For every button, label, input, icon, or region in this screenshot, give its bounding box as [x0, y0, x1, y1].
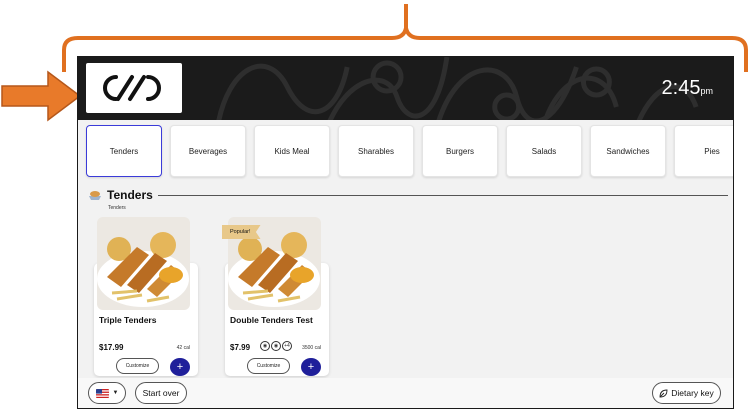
category-burgers[interactable]: Burgers	[422, 125, 498, 177]
customize-button[interactable]: Customize	[247, 358, 290, 374]
category-sandwiches[interactable]: Sandwiches	[590, 125, 666, 177]
section-divider	[157, 194, 728, 196]
language-selector[interactable]: ▼	[88, 382, 126, 404]
brand-logo[interactable]	[86, 63, 182, 113]
category-beverages[interactable]: Beverages	[170, 125, 246, 177]
section-title: Tenders	[107, 188, 153, 202]
add-to-cart-button[interactable]: +	[170, 358, 190, 376]
popular-badge: Popular!	[222, 225, 261, 239]
header-bar: 2:45pm	[78, 57, 733, 120]
section-header: Tenders	[88, 188, 728, 202]
product-price: $7.99	[230, 343, 251, 352]
category-pies[interactable]: Pies	[674, 125, 733, 177]
product-calories: 3500 cal	[302, 345, 321, 351]
product-card[interactable]: Popular! Double Tenders Test $7.99 ◉ ◉ +…	[222, 217, 329, 376]
product-name: Triple Tenders	[99, 315, 157, 325]
footer-bar: ▼ Start over Dietary key	[78, 378, 733, 408]
allergen-icon: ◉	[271, 341, 281, 351]
add-to-cart-button[interactable]: +	[301, 358, 321, 376]
annotation-arrow	[1, 70, 82, 122]
category-sharables[interactable]: Sharables	[338, 125, 414, 177]
category-kids-meal[interactable]: Kids Meal	[254, 125, 330, 177]
clock: 2:45pm	[662, 77, 713, 100]
section-subtitle: Tenders	[108, 205, 126, 211]
product-price: $17.99	[99, 343, 124, 352]
product-image	[97, 217, 190, 310]
dietary-key-label: Dietary key	[671, 388, 714, 398]
annotated-screenshot: 2:45pm Tenders Beverages Kids Meal Shara…	[0, 0, 749, 409]
allergen-more: +4	[282, 341, 292, 351]
clock-time: 2:45	[661, 77, 701, 99]
chevron-down-icon: ▼	[112, 390, 119, 396]
allergen-icon: ◉	[260, 341, 270, 351]
product-calories: 42 cal	[176, 345, 190, 351]
tenders-category-icon	[89, 191, 101, 200]
category-bar: Tenders Beverages Kids Meal Sharables Bu…	[86, 125, 733, 177]
logo-mark-icon	[103, 75, 161, 101]
product-name: Double Tenders Test	[230, 315, 313, 325]
dietary-key-button[interactable]: Dietary key	[652, 382, 721, 404]
us-flag-icon	[95, 388, 109, 398]
category-tenders[interactable]: Tenders	[86, 125, 162, 177]
clock-ampm: pm	[700, 86, 713, 96]
kiosk-screen: 2:45pm Tenders Beverages Kids Meal Shara…	[77, 56, 734, 409]
category-salads[interactable]: Salads	[506, 125, 582, 177]
customize-button[interactable]: Customize	[116, 358, 159, 374]
leaf-icon	[659, 389, 668, 397]
product-card[interactable]: Triple Tenders $17.99 42 cal Customize +	[94, 217, 198, 376]
allergen-icons: ◉ ◉ +4	[260, 341, 292, 351]
start-over-button[interactable]: Start over	[135, 382, 187, 404]
